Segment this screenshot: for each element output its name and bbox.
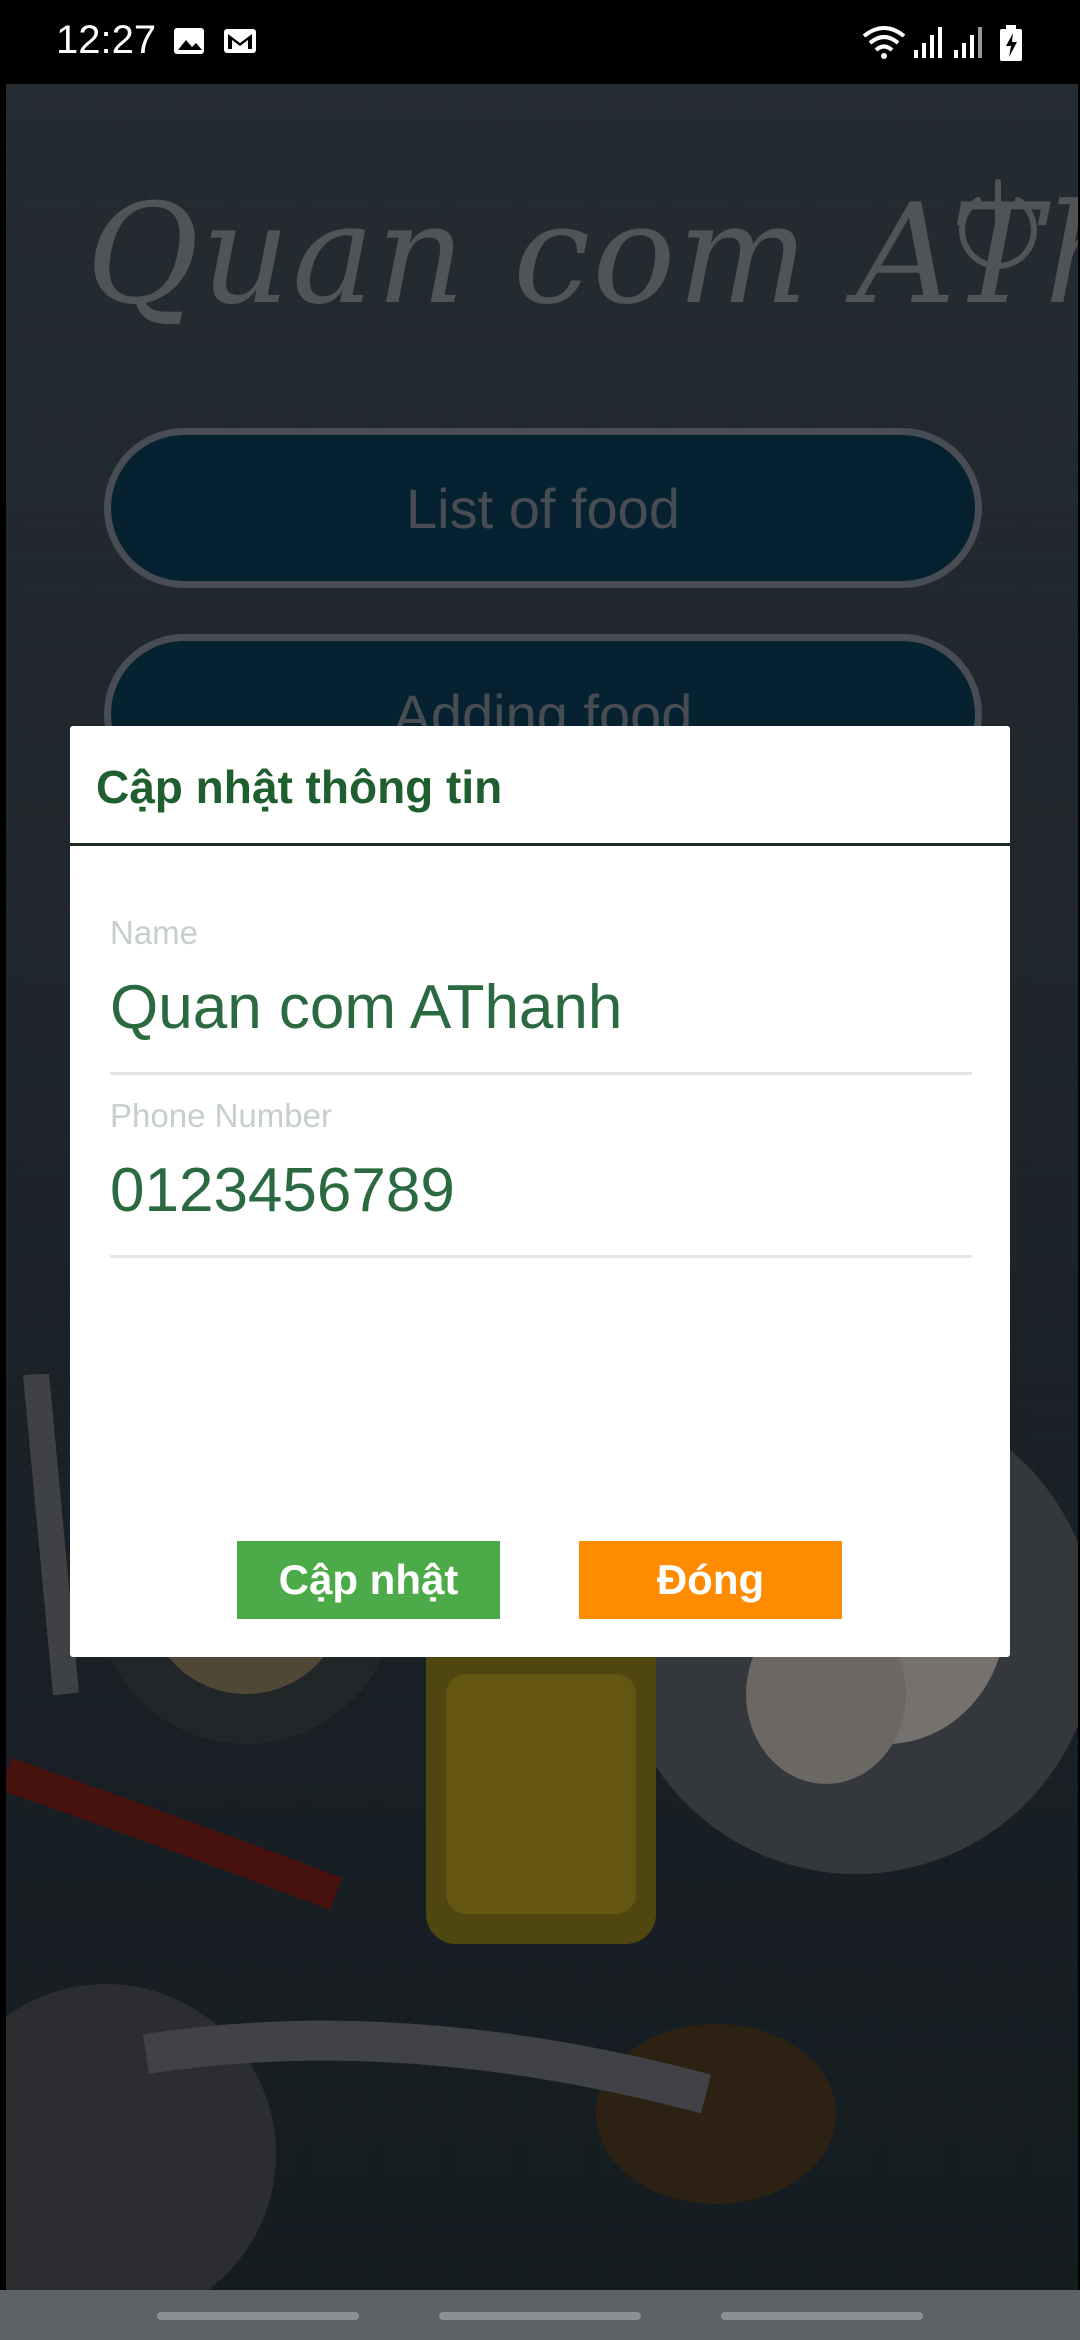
close-button[interactable]: Đóng <box>579 1541 842 1619</box>
dialog-divider <box>70 843 1010 846</box>
update-info-dialog: Cập nhật thông tin Name Phone Number Cập… <box>70 726 1010 1657</box>
name-field-label: Name <box>110 914 199 951</box>
update-button[interactable]: Cập nhật <box>237 1541 500 1619</box>
phone-input-underline <box>110 1255 972 1258</box>
navigation-bar <box>0 2290 1080 2340</box>
phone-number-input[interactable] <box>110 1155 970 1226</box>
image-icon <box>174 28 204 54</box>
name-input-underline <box>110 1072 972 1075</box>
gmail-icon <box>224 29 256 53</box>
signal-icon <box>954 27 982 58</box>
battery-charging-icon <box>1000 25 1022 61</box>
dialog-title: Cập nhật thông tin <box>96 761 503 813</box>
status-bar: 12:27 <box>0 0 1080 84</box>
nav-home-handle[interactable] <box>439 2312 641 2320</box>
name-input[interactable] <box>110 972 970 1043</box>
phone-field-label: Phone Number <box>110 1097 332 1134</box>
wifi-icon <box>862 26 906 59</box>
status-time: 12:27 <box>56 18 157 62</box>
signal-icon <box>914 27 942 58</box>
nav-back-handle[interactable] <box>721 2312 923 2320</box>
nav-recents-handle[interactable] <box>157 2312 359 2320</box>
